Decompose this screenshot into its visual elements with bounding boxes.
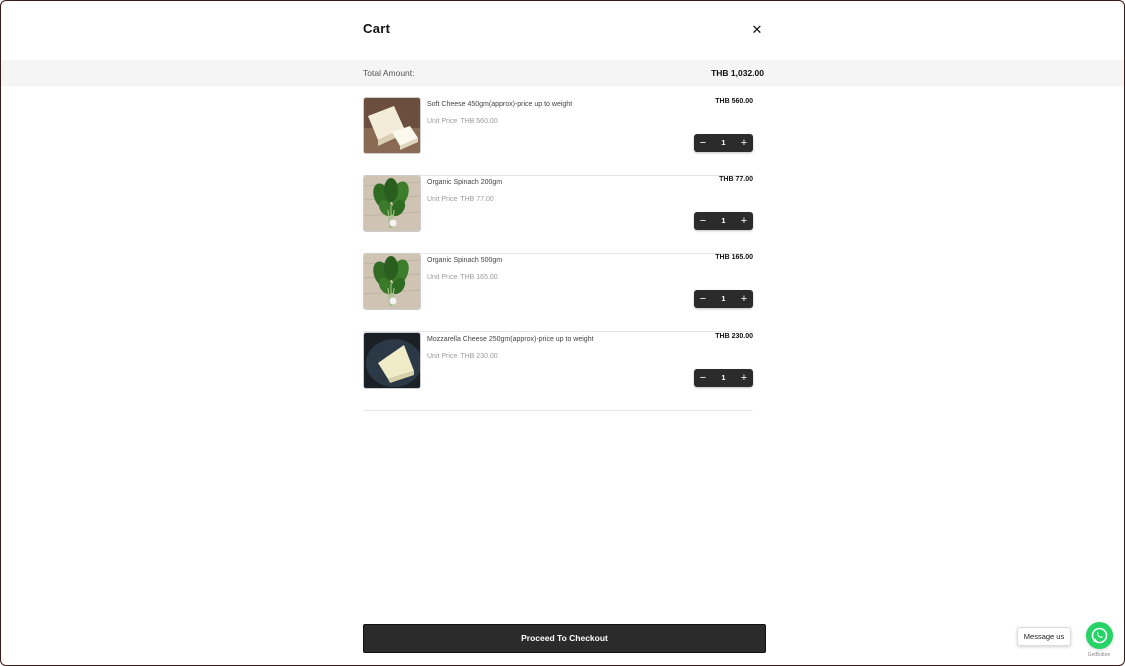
cart-item: Mozzarella Cheese 250gm(approx)-price up… (363, 332, 753, 411)
product-name[interactable]: Soft Cheese 450gm(approx)-price up to we… (427, 101, 572, 108)
unit-price: Unit Price THB 165.00 (427, 274, 498, 281)
product-name[interactable]: Organic Spinach 500gm (427, 257, 502, 264)
product-image[interactable] (363, 253, 421, 310)
quantity-value[interactable]: 1 (712, 290, 735, 308)
line-total: THB 77.00 (719, 176, 753, 183)
unit-price-value: THB 165.00 (460, 274, 498, 281)
quantity-stepper: − 1 + (694, 290, 753, 308)
product-image[interactable] (363, 332, 421, 389)
quantity-value[interactable]: 1 (712, 212, 735, 230)
quantity-stepper: − 1 + (694, 134, 753, 152)
unit-price: Unit Price THB 560.00 (427, 118, 498, 125)
quantity-stepper: − 1 + (694, 369, 753, 387)
increase-quantity-button[interactable]: + (735, 134, 753, 152)
product-name[interactable]: Mozzarella Cheese 250gm(approx)-price up… (427, 336, 594, 343)
total-amount-label: Total Amount: (363, 68, 415, 78)
total-amount-bar: Total Amount: THB 1,032.00 (1, 60, 1124, 86)
unit-price-label: Unit Price (427, 274, 458, 281)
product-name[interactable]: Organic Spinach 200gm (427, 179, 502, 186)
decrease-quantity-button[interactable]: − (694, 134, 712, 152)
cart-header: Cart ✕ (363, 21, 765, 43)
message-us-button[interactable]: Message us (1017, 627, 1071, 646)
product-image[interactable] (363, 97, 421, 154)
cart-item: Soft Cheese 450gm(approx)-price up to we… (363, 97, 753, 176)
close-icon[interactable]: ✕ (749, 21, 765, 39)
quantity-value[interactable]: 1 (712, 134, 735, 152)
page-title: Cart (363, 21, 391, 36)
getbutton-credit[interactable]: GetButton (1079, 652, 1119, 658)
proceed-to-checkout-button[interactable]: Proceed To Checkout (363, 624, 766, 653)
line-total: THB 560.00 (715, 98, 753, 105)
cart-item: Organic Spinach 500gm Unit Price THB 165.… (363, 253, 753, 332)
increase-quantity-button[interactable]: + (735, 290, 753, 308)
line-total: THB 230.00 (715, 333, 753, 340)
decrease-quantity-button[interactable]: − (694, 369, 712, 387)
unit-price: Unit Price THB 77.00 (427, 196, 494, 203)
unit-price-value: THB 77.00 (460, 196, 494, 203)
unit-price-label: Unit Price (427, 353, 458, 360)
decrease-quantity-button[interactable]: − (694, 212, 712, 230)
increase-quantity-button[interactable]: + (735, 212, 753, 230)
unit-price-value: THB 230.00 (460, 353, 498, 360)
line-total: THB 165.00 (715, 254, 753, 261)
quantity-value[interactable]: 1 (712, 369, 735, 387)
unit-price-value: THB 560.00 (460, 118, 498, 125)
unit-price-label: Unit Price (427, 196, 458, 203)
cart-item: Organic Spinach 200gm Unit Price THB 77.0… (363, 175, 753, 254)
cart-drawer: Cart ✕ Total Amount: THB 1,032.00 Soft C… (0, 0, 1125, 666)
total-amount-value: THB 1,032.00 (711, 68, 764, 78)
product-image[interactable] (363, 175, 421, 232)
decrease-quantity-button[interactable]: − (694, 290, 712, 308)
unit-price-label: Unit Price (427, 118, 458, 125)
whatsapp-icon[interactable] (1086, 622, 1113, 649)
unit-price: Unit Price THB 230.00 (427, 353, 498, 360)
increase-quantity-button[interactable]: + (735, 369, 753, 387)
quantity-stepper: − 1 + (694, 212, 753, 230)
